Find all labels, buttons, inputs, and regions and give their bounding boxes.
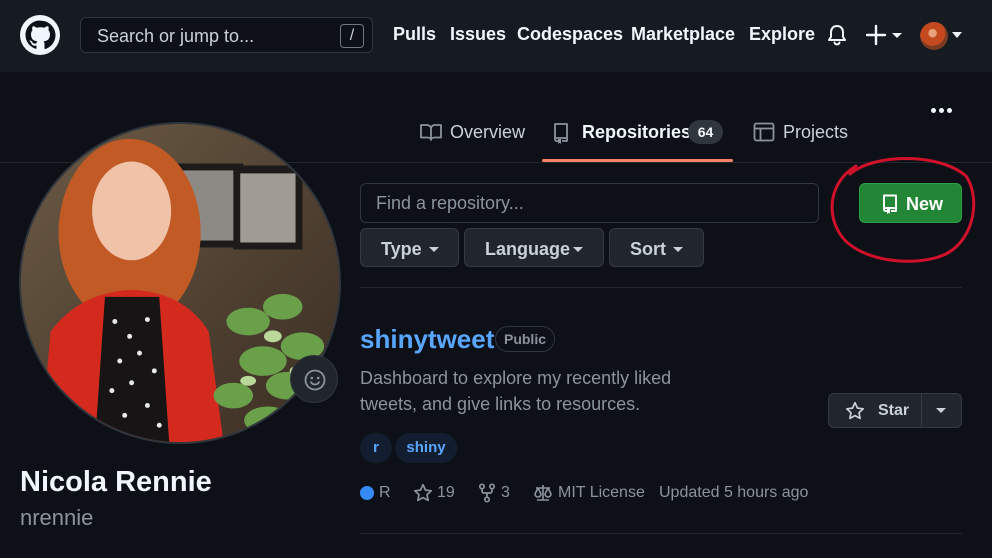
- chevron-down-icon: [673, 247, 683, 252]
- list-divider: [360, 287, 962, 288]
- law-scale-icon: [534, 485, 552, 501]
- tab-overview[interactable]: Overview: [420, 120, 530, 144]
- repo-updated-time: Updated 5 hours ago: [659, 484, 809, 501]
- repo-license: MIT License: [558, 484, 645, 501]
- chevron-down-icon: [573, 247, 583, 252]
- top-header: Search or jump to... / Pulls Issues Code…: [0, 0, 992, 72]
- more-options-icon[interactable]: [930, 107, 954, 115]
- star-button-group: Star: [828, 393, 962, 428]
- annotation-circle: [830, 157, 976, 263]
- type-filter-button[interactable]: Type: [360, 228, 459, 267]
- nav-pulls[interactable]: Pulls: [393, 24, 436, 45]
- profile-username: nrennie: [20, 505, 94, 530]
- chevron-down-icon: [936, 408, 946, 413]
- nav-explore[interactable]: Explore: [749, 24, 815, 45]
- github-logo-icon[interactable]: [20, 15, 60, 55]
- user-avatar-menu[interactable]: [920, 22, 948, 50]
- repo-description: Dashboard to explore my recently liked t…: [360, 368, 672, 414]
- repo-stars-count[interactable]: 19: [437, 484, 455, 502]
- language-filter-button[interactable]: Language: [464, 228, 604, 267]
- nav-marketplace[interactable]: Marketplace: [631, 24, 735, 45]
- star-icon: [845, 401, 865, 420]
- tab-repositories[interactable]: Repositories: [552, 120, 691, 144]
- star-button[interactable]: Star: [829, 394, 921, 427]
- book-icon: [420, 124, 442, 141]
- repositories-count-badge: 64: [688, 120, 723, 144]
- fork-icon: [478, 483, 496, 503]
- tab-projects[interactable]: Projects: [753, 120, 853, 144]
- chevron-down-icon: [429, 247, 439, 252]
- search-placeholder: Search or jump to...: [97, 26, 255, 46]
- star-list-dropdown[interactable]: [922, 394, 961, 427]
- profile-avatar[interactable]: [19, 122, 341, 444]
- visibility-badge: Public: [495, 326, 555, 352]
- repo-name-link[interactable]: shinytweet: [360, 324, 494, 355]
- star-icon: [413, 483, 433, 502]
- notifications-bell-icon[interactable]: [826, 23, 848, 47]
- smiley-icon: [304, 369, 326, 391]
- nav-codespaces[interactable]: Codespaces: [517, 24, 623, 45]
- repo-icon: [554, 123, 568, 144]
- chevron-down-icon[interactable]: [952, 32, 962, 38]
- repo-forks-count[interactable]: 3: [501, 484, 510, 502]
- language-filter-label: Language: [485, 239, 571, 259]
- star-button-label: Star: [878, 402, 910, 419]
- profile-full-name: Nicola Rennie: [20, 466, 212, 498]
- sort-filter-button[interactable]: Sort: [609, 228, 704, 267]
- tab-projects-label: Projects: [783, 122, 849, 142]
- create-new-menu[interactable]: [865, 22, 906, 48]
- search-shortcut-key: /: [340, 24, 364, 48]
- topic-tag-shiny[interactable]: shiny: [395, 433, 457, 463]
- set-status-button[interactable]: [290, 355, 338, 403]
- project-table-icon: [753, 122, 775, 142]
- tab-overview-label: Overview: [450, 122, 526, 142]
- repo-language: R: [379, 484, 391, 501]
- global-search-input[interactable]: Search or jump to... /: [80, 17, 373, 53]
- language-color-dot: [360, 486, 374, 500]
- type-filter-label: Type: [381, 239, 422, 259]
- list-divider: [360, 533, 962, 534]
- find-repository-input[interactable]: [360, 183, 819, 223]
- sort-filter-label: Sort: [630, 239, 666, 259]
- tab-repositories-label: Repositories: [582, 122, 692, 142]
- nav-issues[interactable]: Issues: [450, 24, 506, 45]
- topic-tag-r[interactable]: r: [360, 433, 392, 463]
